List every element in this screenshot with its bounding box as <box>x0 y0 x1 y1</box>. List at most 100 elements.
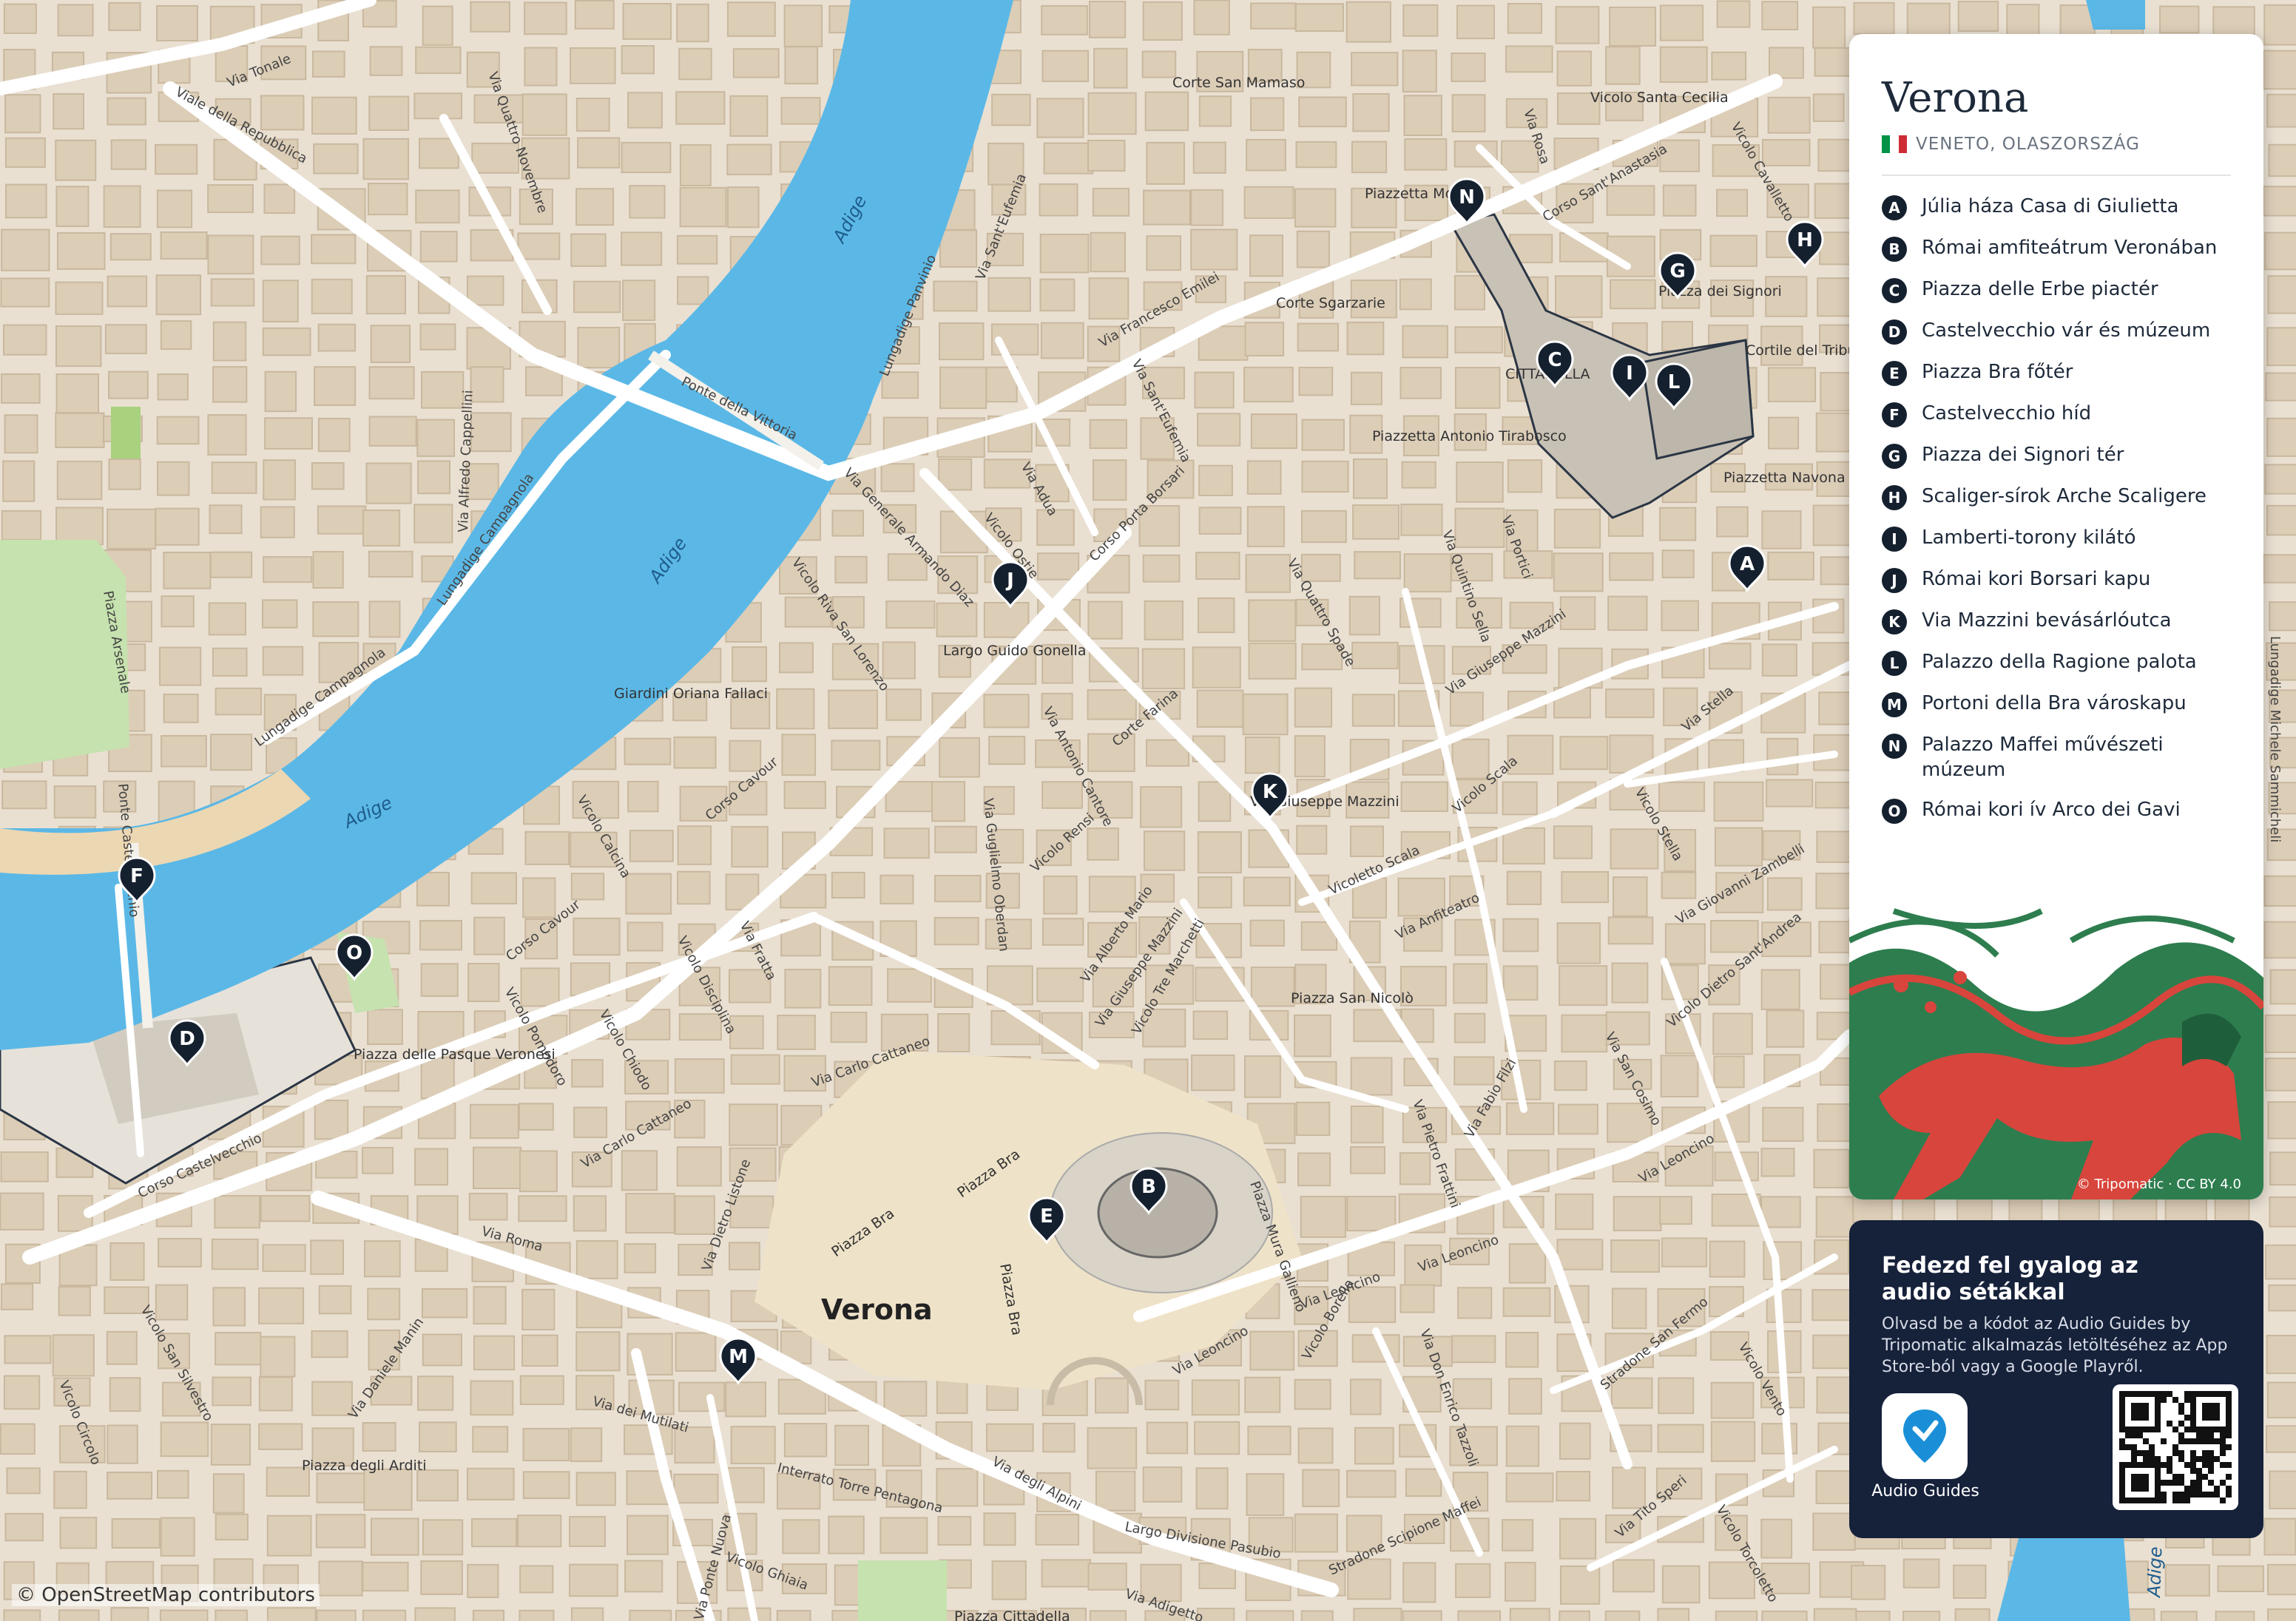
building-block <box>266 1607 317 1621</box>
building-block <box>1197 597 1235 634</box>
qr-code-icon[interactable] <box>2113 1384 2238 1510</box>
qr-module <box>2190 1438 2196 1444</box>
building-block <box>1249 234 1284 277</box>
place-label: Piazza San Nicolò <box>1291 990 1414 1006</box>
pin-letter: E <box>1040 1205 1053 1228</box>
building-block <box>207 184 254 214</box>
qr-module <box>2119 1409 2125 1415</box>
building-block <box>1140 785 1183 828</box>
building-block <box>416 1469 459 1502</box>
building-block <box>1610 279 1656 310</box>
building-block <box>1559 1610 1590 1621</box>
qr-module <box>2137 1462 2143 1468</box>
building-block <box>1761 138 1811 167</box>
building-block <box>570 1607 604 1621</box>
poi-list-item[interactable]: K Via Mazzini bevásárlóutca <box>1882 608 2237 634</box>
flag-stripe-green <box>1882 135 1891 153</box>
building-block <box>1345 1 1391 43</box>
qr-module <box>2178 1492 2184 1498</box>
qr-module <box>2172 1474 2178 1480</box>
qr-module <box>2214 1403 2220 1409</box>
building-block <box>1 1283 34 1310</box>
poi-list-item[interactable]: C Piazza delle Erbe piactér <box>1882 277 2237 303</box>
building-block <box>1039 278 1076 312</box>
building-block <box>570 1427 603 1463</box>
building-block <box>1351 641 1399 670</box>
building-block <box>1402 50 1437 93</box>
audio-guides-app-icon[interactable] <box>1882 1393 1968 1479</box>
qr-module <box>2190 1409 2196 1415</box>
building-block <box>416 419 456 457</box>
poi-list-item[interactable]: D Castelvecchio vár és múzeum <box>1882 318 2237 345</box>
building-block <box>3 324 47 356</box>
poi-list-item[interactable]: L Palazzo della Ragione palota <box>1882 649 2237 676</box>
building-block <box>1087 1563 1127 1591</box>
location-pin-icon <box>1903 1410 1946 1463</box>
building-block <box>160 1421 209 1458</box>
qr-module <box>2226 1427 2232 1432</box>
poi-list-item[interactable]: G Piazza dei Signori tér <box>1882 442 2237 469</box>
osm-attribution[interactable]: © OpenStreetMap contributors <box>12 1584 320 1606</box>
building-block <box>262 1244 306 1272</box>
building-block <box>1349 825 1384 858</box>
building-block <box>107 275 148 308</box>
building-block <box>673 736 717 769</box>
building-block <box>574 0 615 30</box>
building-block <box>1349 1378 1382 1415</box>
building-block <box>311 1381 353 1416</box>
qr-module <box>2167 1480 2172 1486</box>
building-block <box>469 1103 519 1139</box>
building-block <box>55 373 100 414</box>
poi-list-item[interactable]: E Piazza Bra főtér <box>1882 359 2237 386</box>
building-block <box>1250 2 1297 30</box>
promo-title: Fedezd fel gyalog az audio sétákkal <box>1882 1253 2138 1305</box>
building-block <box>1353 458 1388 499</box>
poi-list-item[interactable]: I Lamberti-torony kilátó <box>1882 525 2237 552</box>
qr-module <box>2202 1415 2208 1421</box>
qr-module <box>2131 1462 2137 1468</box>
poi-list-item[interactable]: H Scaliger-sírok Arche Scaligere <box>1882 484 2237 510</box>
building-block <box>258 1287 305 1324</box>
building-block <box>417 460 451 495</box>
qr-module <box>2214 1456 2220 1462</box>
poi-list-item[interactable]: F Castelvecchio híd <box>1882 401 2237 427</box>
poi-list-item[interactable]: J Római kori Borsari kapu <box>1882 566 2237 593</box>
building-block <box>0 1192 44 1231</box>
poi-name: Castelvecchio híd <box>1922 402 2092 424</box>
poi-list-item[interactable]: N Palazzo Maffei művészeti múzeum <box>1882 732 2237 782</box>
building-block <box>1346 321 1385 356</box>
building-block <box>363 1468 413 1511</box>
building-block <box>3 3 37 34</box>
qr-module <box>2167 1391 2172 1397</box>
building-block <box>2264 1244 2296 1280</box>
building-block <box>522 877 556 918</box>
building-block <box>415 189 460 224</box>
qr-module <box>2155 1468 2161 1474</box>
building-block <box>679 186 727 228</box>
building-block <box>421 1288 468 1319</box>
building-block <box>211 461 257 494</box>
building-block <box>518 1195 567 1222</box>
building-block <box>1041 4 1088 35</box>
building-block <box>1043 875 1078 915</box>
qr-module <box>2161 1480 2167 1486</box>
building-block <box>1507 459 1543 493</box>
qr-module <box>2190 1450 2196 1456</box>
poi-name: Júlia háza Casa di Giulietta <box>1922 195 2179 217</box>
building-block <box>163 693 199 723</box>
qr-module <box>2226 1486 2232 1492</box>
building-block <box>163 552 212 589</box>
poi-list-item[interactable]: O Római kori ív Arco dei Gavi <box>1882 797 2237 824</box>
building-block <box>1556 1239 1604 1270</box>
building-block <box>2266 1334 2296 1375</box>
building-block <box>1144 600 1184 640</box>
building-block <box>1767 416 1800 450</box>
building-block <box>1301 460 1349 493</box>
poi-list-item[interactable]: B Római amfiteátrum Veronában <box>1882 235 2237 262</box>
qr-module <box>2143 1498 2149 1503</box>
building-block <box>983 694 1030 728</box>
poi-list-item[interactable]: A Júlia háza Casa di Giulietta <box>1882 194 2237 220</box>
building-block <box>1192 141 1226 174</box>
poi-list-item[interactable]: M Portoni della Bra városkapu <box>1882 691 2237 717</box>
building-block <box>1453 274 1485 311</box>
